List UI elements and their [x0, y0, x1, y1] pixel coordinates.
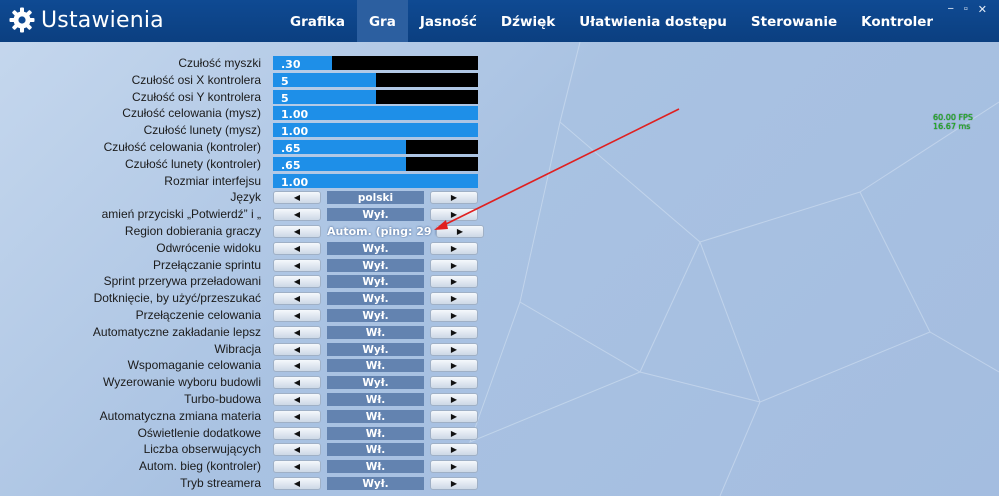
- annotation-arrow: [434, 108, 680, 230]
